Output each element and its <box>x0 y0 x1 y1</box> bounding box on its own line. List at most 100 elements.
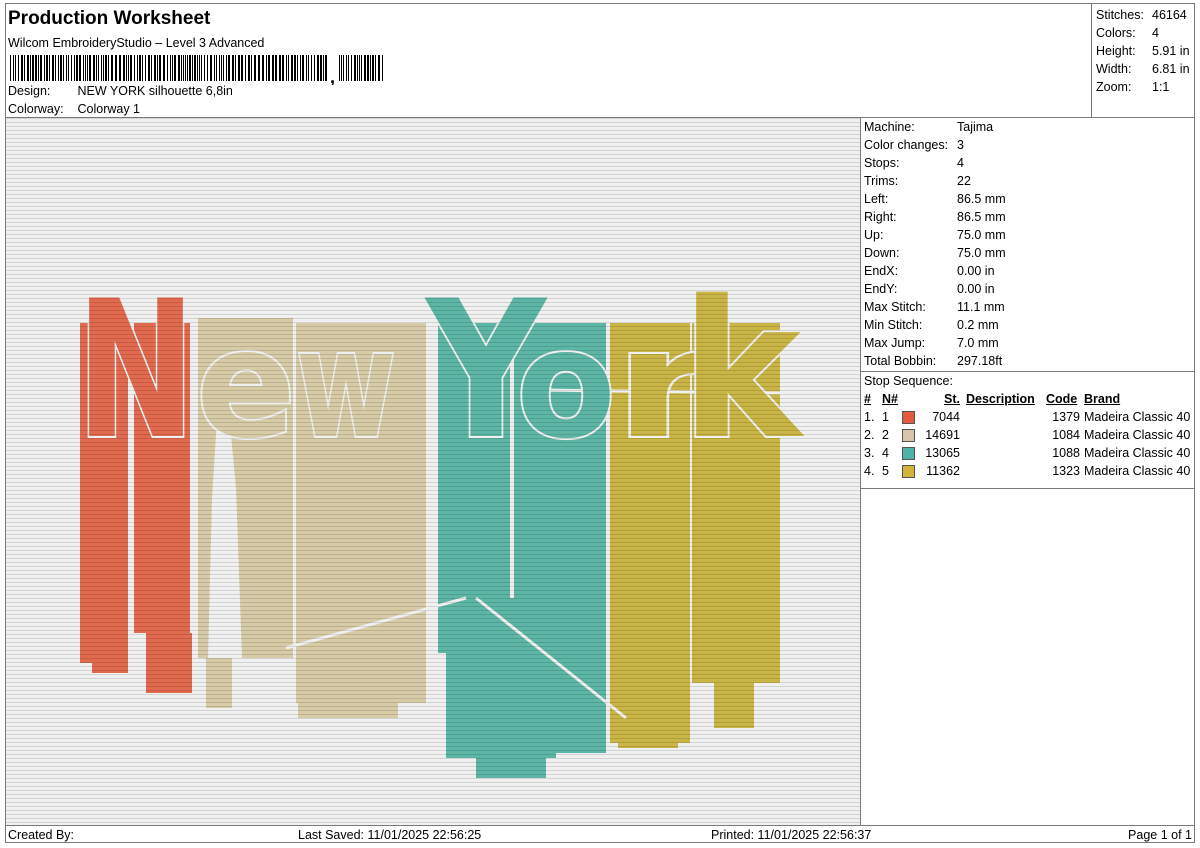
barcode-bar <box>341 55 342 81</box>
barcode-bar <box>235 55 236 81</box>
stop-index: 1. <box>864 410 875 424</box>
stop-description <box>966 444 1046 462</box>
param-value: 0.2 mm <box>957 318 999 332</box>
stop-row: 2. 2 14691 1084 Madeira Classic 40 <box>864 426 1190 444</box>
barcode-bar <box>357 55 358 81</box>
param-value: 75.0 mm <box>957 246 1006 260</box>
barcode-bar <box>300 55 301 81</box>
barcode-bar <box>172 55 173 81</box>
barcode-bar <box>181 55 182 81</box>
barcode-bar <box>128 55 129 81</box>
stop-description <box>966 408 1046 426</box>
param-row: Right: 86.5 mm <box>861 208 1194 226</box>
barcode-bar <box>32 55 34 81</box>
barcode-bar <box>157 55 158 81</box>
worksheet-header: Production Worksheet Wilcom EmbroiderySt… <box>8 6 1088 116</box>
barcode-bar <box>275 55 277 81</box>
stop-sequence-divider <box>861 488 1194 489</box>
barcode-bar <box>79 55 81 81</box>
stop-sequence-title: Stop Sequence: <box>861 371 1194 390</box>
stop-description <box>966 426 1046 444</box>
barcode-bar <box>111 55 113 81</box>
parameters-panel: Machine: Tajima Color changes: 3 Stops: 4 Trim… <box>861 118 1194 825</box>
barcode-bar <box>139 55 141 81</box>
barcode-bar <box>98 55 99 81</box>
param-label: Min Stitch: <box>864 318 923 332</box>
barcode-bar <box>367 55 369 81</box>
barcode-bar <box>108 55 109 81</box>
barcode-bar <box>163 55 165 81</box>
barcode-bar <box>370 55 371 81</box>
param-value: 0.00 in <box>957 264 995 278</box>
barcode-bar <box>282 55 284 81</box>
stop-index: 3. <box>864 446 875 460</box>
barcode-bar <box>10 55 11 81</box>
color-swatch <box>902 411 915 424</box>
barcode-bar <box>154 55 156 81</box>
stop-row: 3. 4 13065 1088 Madeira Classic 40 <box>864 444 1190 462</box>
color-swatch <box>902 429 915 442</box>
barcode-bar <box>354 55 356 81</box>
created-by: Created By: <box>8 828 75 842</box>
stop-index: 4. <box>864 464 875 478</box>
barcode-bar <box>71 55 72 81</box>
barcode-bar <box>221 55 222 81</box>
barcode-bar <box>279 55 281 81</box>
param-value: 297.18ft <box>957 354 1003 368</box>
barcode-bar <box>364 55 366 81</box>
barcode-bar <box>44 55 45 81</box>
param-row: Machine: Tajima <box>861 118 1194 136</box>
barcode-bar <box>63 55 64 81</box>
barcode-bar <box>115 55 117 81</box>
barcode-bar <box>343 55 344 81</box>
param-value: 86.5 mm <box>957 210 1006 224</box>
barcode-bar <box>68 55 69 81</box>
param-value: 4 <box>957 156 964 170</box>
barcode: , <box>10 55 383 85</box>
barcode-bar <box>339 55 340 81</box>
barcode-bar <box>185 55 186 81</box>
barcode-bar <box>375 55 376 81</box>
param-value: 11.1 mm <box>957 300 1005 314</box>
param-row: Max Jump: 7.0 mm <box>861 334 1194 352</box>
param-value: 3 <box>957 138 964 152</box>
barcode-bar <box>137 55 138 81</box>
color-swatch <box>902 447 915 460</box>
barcode-bar <box>148 55 150 81</box>
barcode-bar <box>197 55 198 81</box>
col-st: St. <box>944 392 960 406</box>
barcode-bar <box>89 55 91 81</box>
barcode-bar <box>223 55 224 81</box>
stop-brand: Madeira Classic 40 <box>1084 464 1191 478</box>
barcode-bar <box>93 55 95 81</box>
stop-table-header: # N# St. Description Code Brand <box>864 390 1190 408</box>
barcode-bar <box>167 55 168 81</box>
design-artwork: NewYork <box>6 118 860 825</box>
barcode-bar <box>119 55 121 81</box>
last-saved: Last Saved: 11/01/2025 22:56:25 <box>298 828 482 842</box>
stat-width: Width: 6.81 in <box>1096 62 1190 76</box>
stop-row: 1. 1 7044 1379 Madeira Classic 40 <box>864 408 1190 426</box>
barcode-bar <box>372 55 374 81</box>
param-label: Machine: <box>864 120 915 134</box>
barcode-bar <box>46 55 48 81</box>
barcode-bar <box>245 55 246 81</box>
colorway-name: Colorway 1 <box>77 102 141 116</box>
stop-needle: 1 <box>882 410 889 424</box>
barcode-bar <box>187 55 188 81</box>
barcode-bar <box>74 55 75 81</box>
barcode-bar <box>85 55 86 81</box>
barcode-bar <box>325 55 327 81</box>
barcode-bar <box>170 55 171 81</box>
barcode-bar <box>13 55 14 81</box>
barcode-bar <box>210 55 212 81</box>
barcode-bar <box>288 55 289 81</box>
barcode-bar <box>238 55 240 81</box>
barcode-bar <box>40 55 42 81</box>
param-row: Max Stitch: 11.1 mm <box>861 298 1194 316</box>
col-n: N# <box>882 392 898 406</box>
param-label: Stops: <box>864 156 900 170</box>
param-value: 7.0 mm <box>957 336 999 350</box>
col-description: Description <box>966 392 1035 406</box>
col-brand: Brand <box>1084 392 1121 406</box>
